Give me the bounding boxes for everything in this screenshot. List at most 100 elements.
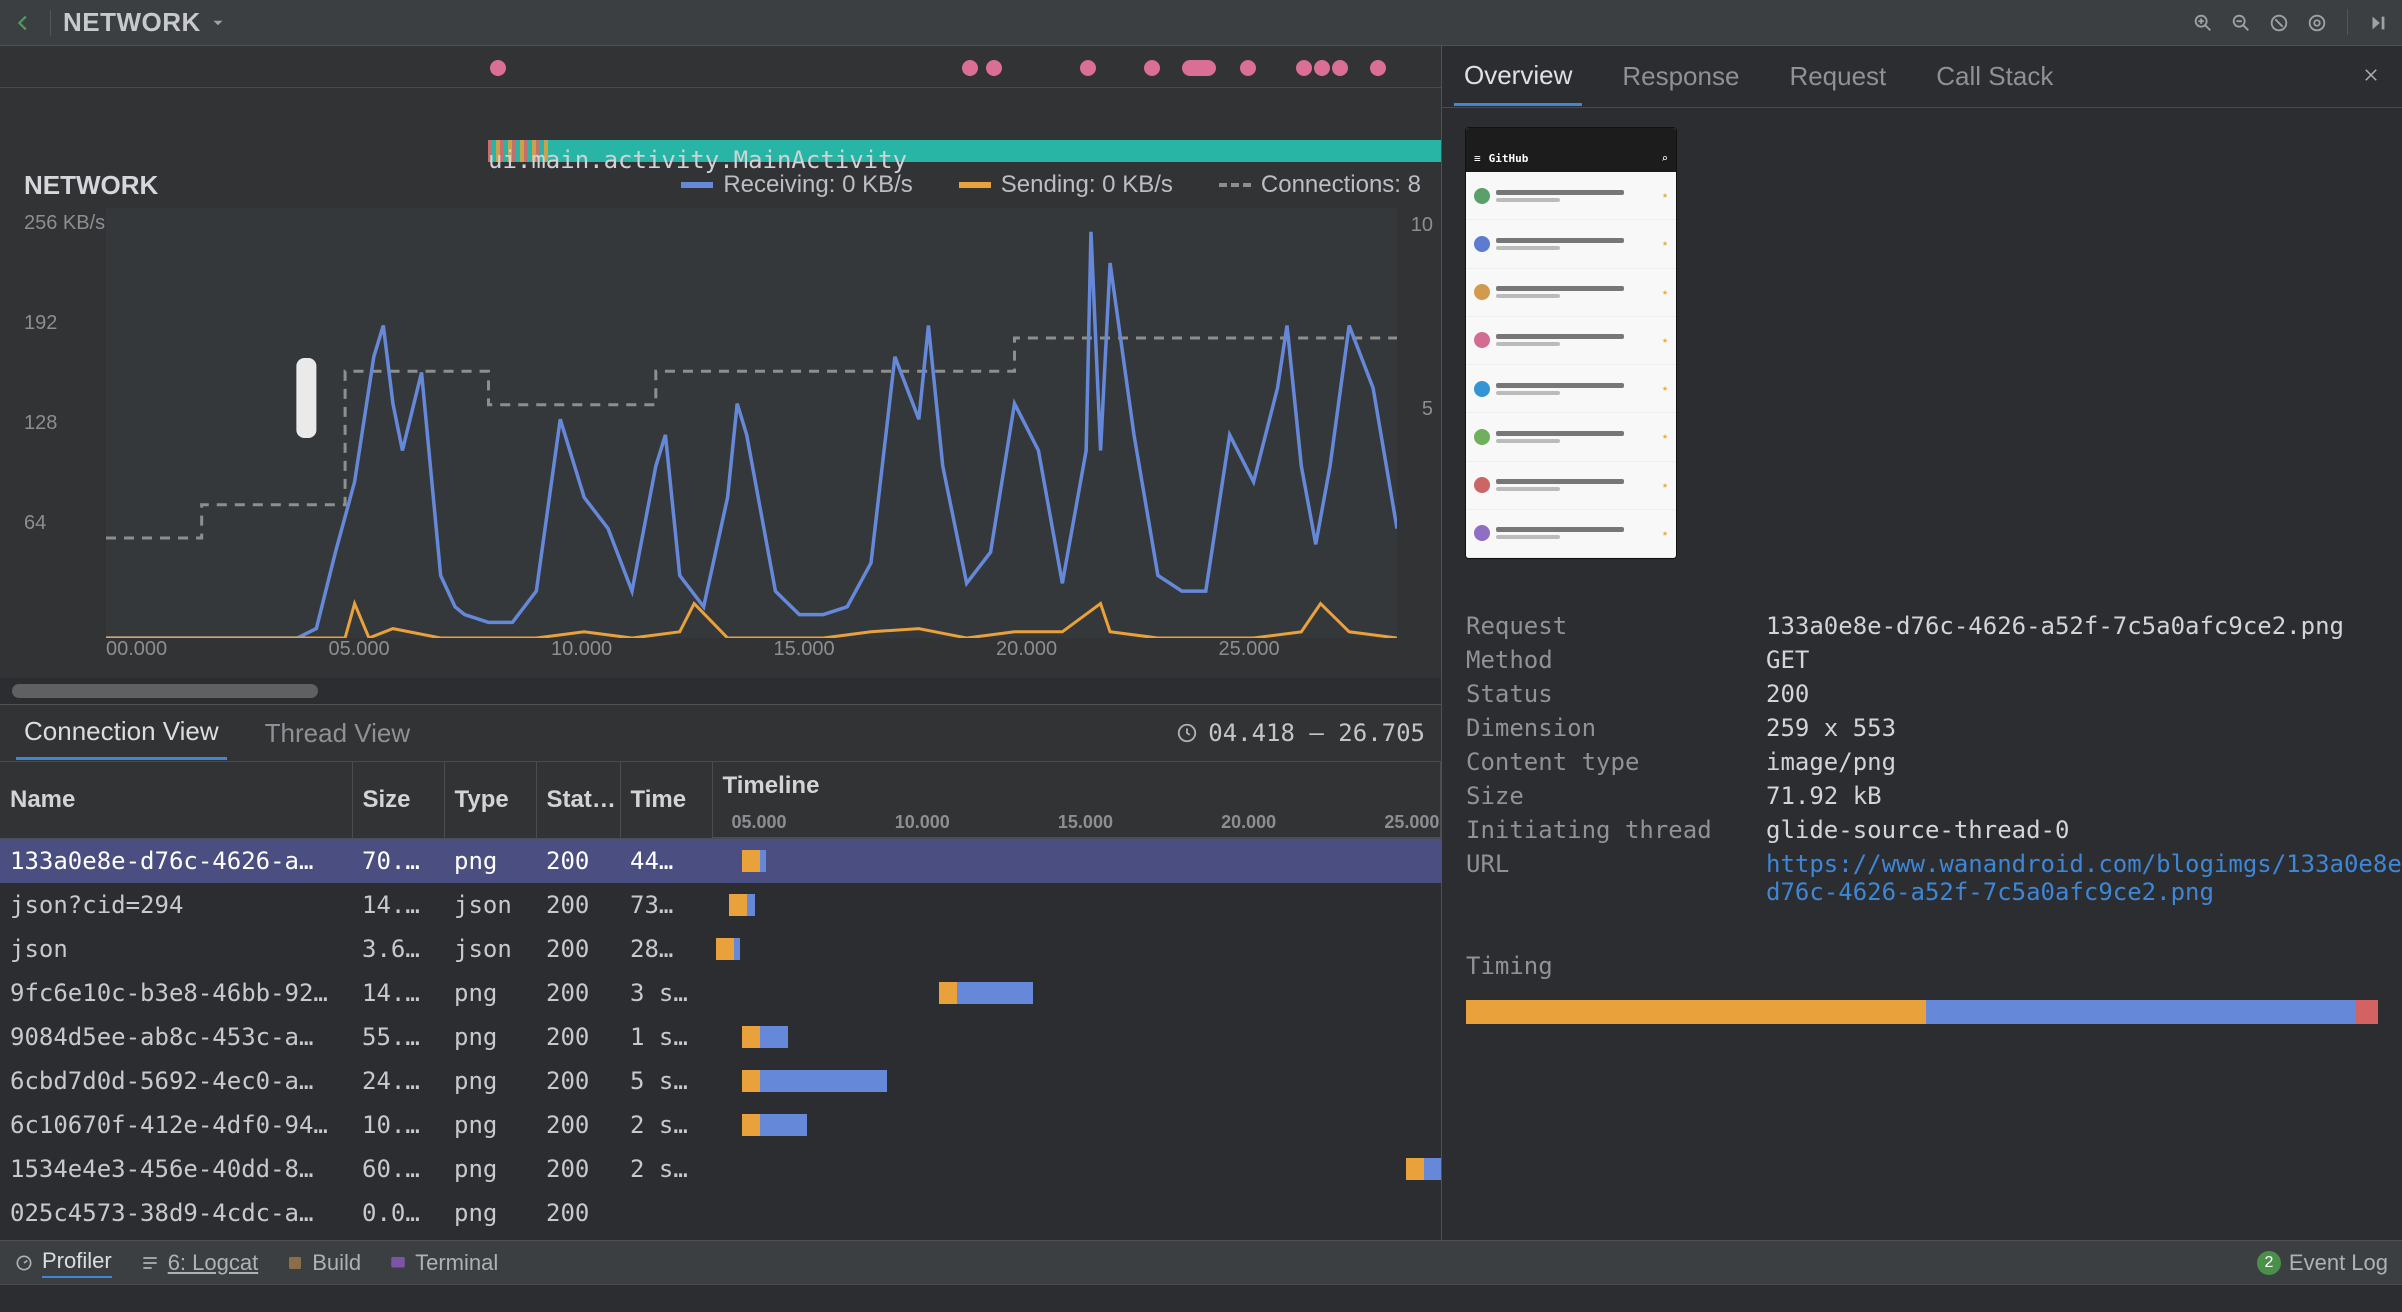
kv-key: Request — [1466, 612, 1746, 640]
kv-key: Dimension — [1466, 714, 1746, 742]
build-icon — [286, 1254, 304, 1272]
network-chart[interactable]: 256 KB/s19212864 105 — [0, 208, 1441, 638]
activity-name: ui.main.activity.MainActivity — [488, 146, 907, 174]
reset-zoom-icon[interactable] — [2265, 9, 2293, 37]
legend-sending: Sending: 0 KB/s — [1001, 171, 1173, 199]
zoom-out-icon[interactable] — [2227, 9, 2255, 37]
tool-window-bar: Profiler 6: Logcat Build Terminal 2Event… — [0, 1240, 2402, 1284]
legend-connections: Connections: 8 — [1261, 171, 1421, 199]
kv-value: 133a0e8e-d76c-4626-a52f-7c5a0afc9ce2.png — [1766, 612, 2402, 640]
y-axis-left: 256 KB/s19212864 — [0, 208, 106, 638]
separator — [2347, 9, 2348, 35]
clock-icon — [1176, 722, 1198, 744]
table-row[interactable]: 133a0e8e-d76c-4626-a…70.…png20044… — [0, 839, 1441, 884]
table-row[interactable]: json?cid=29414.…json20073… — [0, 883, 1441, 927]
terminal-icon — [389, 1254, 407, 1272]
tool-logcat[interactable]: 6: Logcat — [140, 1250, 259, 1276]
kv-key: Status — [1466, 680, 1746, 708]
logcat-icon — [140, 1253, 160, 1273]
zoom-in-icon[interactable] — [2189, 9, 2217, 37]
th-time[interactable]: Time — [620, 762, 712, 839]
profiler-toolbar: NETWORK — [0, 0, 2402, 46]
user-event-dot — [1332, 60, 1348, 76]
kv-value[interactable]: https://www.wanandroid.com/blogimgs/133a… — [1766, 850, 2402, 906]
activity-strip: ui.main.activity.MainActivity — [0, 88, 1441, 162]
y-axis-right: 105 — [1397, 208, 1441, 638]
kv-value: 71.92 kB — [1766, 782, 2402, 810]
th-status[interactable]: Stat… — [536, 762, 620, 839]
tab-thread-view[interactable]: Thread View — [257, 708, 419, 759]
chart-title: NETWORK — [24, 170, 158, 201]
toolbar-actions — [2189, 9, 2392, 37]
kv-key: Method — [1466, 646, 1746, 674]
close-button[interactable] — [2352, 58, 2390, 96]
detail-tab-request[interactable]: Request — [1779, 49, 1896, 104]
user-event-dot — [1296, 60, 1312, 76]
legend-receiving: Receiving: 0 KB/s — [723, 171, 912, 199]
detail-tab-overview[interactable]: Overview — [1454, 48, 1582, 106]
th-type[interactable]: Type — [444, 762, 536, 839]
detail-tab-callstack[interactable]: Call Stack — [1926, 49, 2063, 104]
kv-value: glide-source-thread-0 — [1766, 816, 2402, 844]
th-timeline[interactable]: Timeline 05.00010.00015.00020.00025.000 — [712, 762, 1441, 839]
tool-terminal[interactable]: Terminal — [389, 1250, 498, 1276]
chart-scrollbar[interactable] — [12, 684, 1429, 698]
tab-connection-view[interactable]: Connection View — [16, 706, 227, 760]
timing-label: Timing — [1466, 952, 2378, 980]
detail-tab-response[interactable]: Response — [1612, 49, 1749, 104]
request-detail-panel: Overview Response Request Call Stack ≡Gi… — [1442, 46, 2402, 1240]
user-event-dot — [1240, 60, 1256, 76]
close-icon — [2362, 66, 2380, 84]
table-row[interactable]: 6cbd7d0d-5692-4ec0-a…24.…png2005 s … — [0, 1059, 1441, 1103]
kv-key: Content type — [1466, 748, 1746, 776]
back-button[interactable] — [10, 9, 38, 37]
table-row[interactable]: 1534e4e3-456e-40dd-8…60.…png2002 s … — [0, 1147, 1441, 1191]
profiler-icon — [14, 1253, 34, 1273]
selection-range: 04.418 — 26.705 — [1176, 719, 1425, 747]
table-row[interactable]: 9fc6e10c-b3e8-46bb-92…14.…png2003 s … — [0, 971, 1441, 1015]
response-preview-image: ≡GitHub⌕ ★★★★★★★★ — [1466, 128, 1676, 558]
event-count-badge: 2 — [2257, 1251, 2281, 1275]
user-events-strip — [0, 46, 1441, 88]
tool-profiler[interactable]: Profiler — [14, 1248, 112, 1278]
legend-sending-swatch — [959, 182, 991, 188]
scroll-thumb[interactable] — [12, 684, 318, 698]
user-event-dot — [1144, 60, 1160, 76]
table-row[interactable]: 9084d5ee-ab8c-453c-a…55.…png2001 s … — [0, 1015, 1441, 1059]
go-live-icon[interactable] — [2364, 9, 2392, 37]
detail-tabs: Overview Response Request Call Stack — [1442, 46, 2402, 108]
legend-receiving-swatch — [681, 182, 713, 188]
user-event-dot — [986, 60, 1002, 76]
user-event-dot — [1370, 60, 1386, 76]
user-event-dot — [490, 60, 506, 76]
kv-value: 200 — [1766, 680, 2402, 708]
connections-table: Name Size Type Stat… Time Timeline 05.00… — [0, 762, 1441, 1240]
kv-key: Initiating thread — [1466, 816, 1746, 844]
network-profiler-pane: ui.main.activity.MainActivity NETWORK Re… — [0, 46, 1442, 1240]
kv-value: image/png — [1766, 748, 2402, 776]
th-name[interactable]: Name — [0, 762, 352, 839]
tool-build[interactable]: Build — [286, 1250, 361, 1276]
user-event-dot — [962, 60, 978, 76]
user-event-dot — [1080, 60, 1096, 76]
range-value: 04.418 — 26.705 — [1208, 719, 1425, 747]
legend-connections-swatch — [1219, 183, 1251, 187]
table-row[interactable]: 6c10670f-412e-4df0-94…10.…png2002 s … — [0, 1103, 1441, 1147]
user-event-dot — [1182, 60, 1216, 76]
status-bar — [0, 1284, 2402, 1312]
tool-event-log[interactable]: 2Event Log — [2257, 1250, 2388, 1276]
user-event-dot — [1314, 60, 1330, 76]
table-row[interactable]: 025c4573-38d9-4cdc-a…0.0 Bpng200 — [0, 1191, 1441, 1235]
profiler-title[interactable]: NETWORK — [63, 7, 227, 38]
table-row[interactable]: json3.6…json20028… — [0, 927, 1441, 971]
kv-key: Size — [1466, 782, 1746, 810]
kv-value: GET — [1766, 646, 2402, 674]
kv-value: 259 x 553 — [1766, 714, 2402, 742]
x-axis: 00.00005.00010.00015.00020.00025.000 — [0, 638, 1441, 678]
timing-bar — [1466, 1000, 2378, 1024]
views-tabs: Connection View Thread View 04.418 — 26.… — [0, 704, 1441, 762]
zoom-selection-icon[interactable] — [2303, 9, 2331, 37]
th-size[interactable]: Size — [352, 762, 444, 839]
kv-key: URL — [1466, 850, 1746, 878]
chevron-down-icon — [209, 14, 227, 32]
